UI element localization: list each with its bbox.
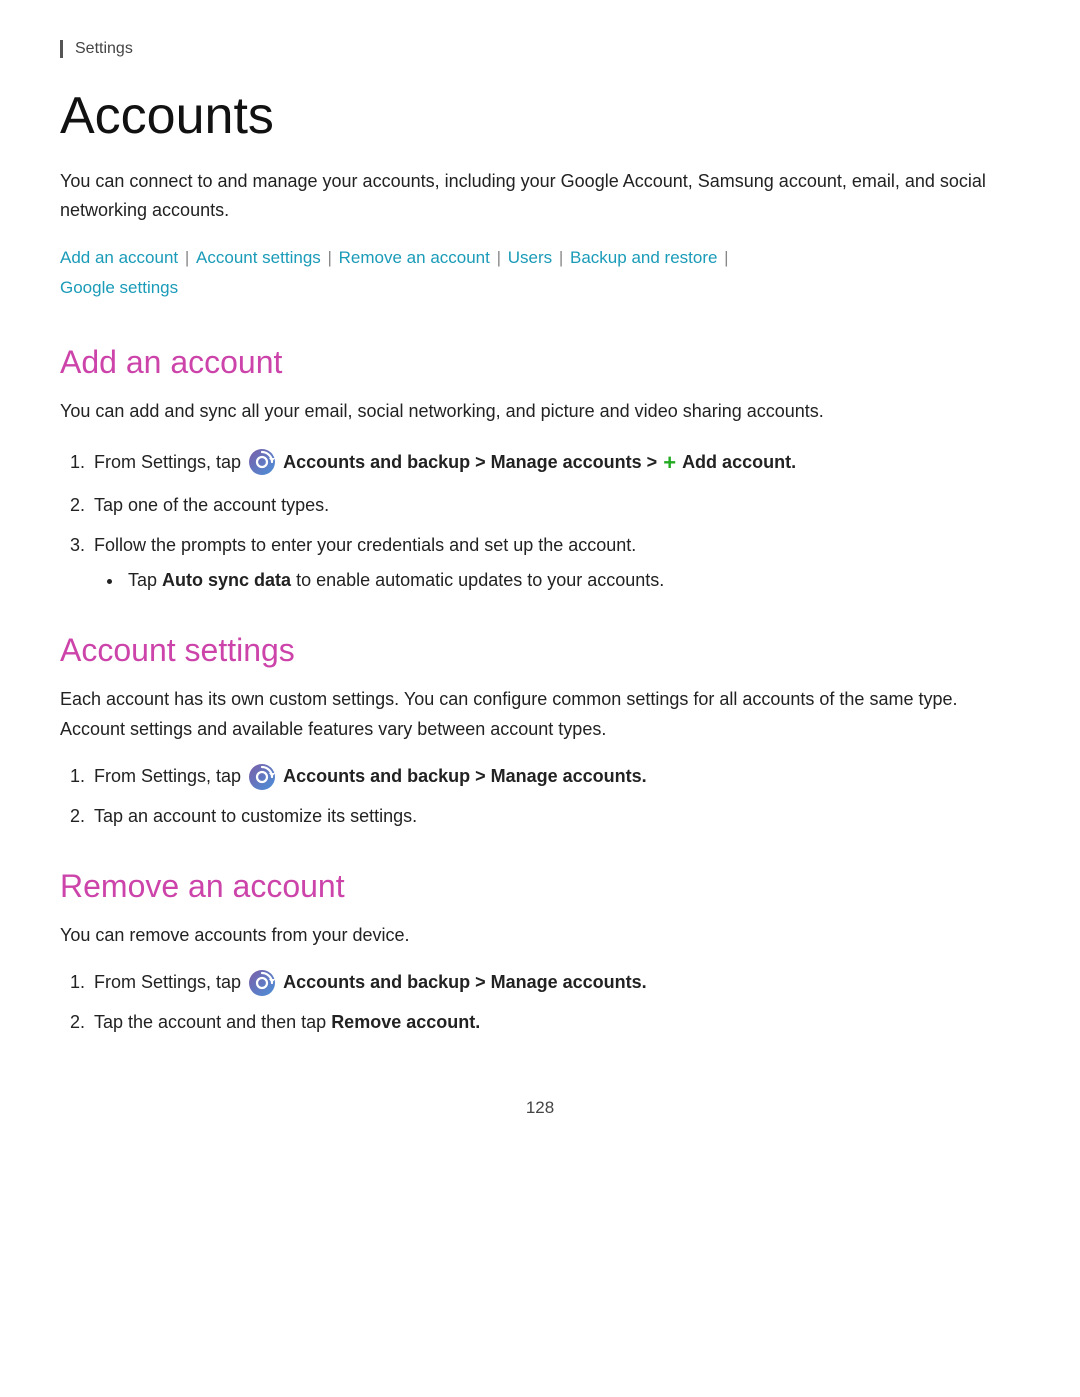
nav-separator-5: |	[719, 248, 728, 267]
remove-account-title: Remove an account	[60, 868, 1020, 905]
account-settings-step-1: From Settings, tap Accounts and backup	[90, 762, 1020, 792]
nav-link-users[interactable]: Users	[508, 248, 552, 267]
section-add-account: Add an account You can add and sync all …	[60, 344, 1020, 596]
add-account-bullets: Tap Auto sync data to enable automatic u…	[124, 566, 1020, 596]
remove-account-intro: You can remove accounts from your device…	[60, 921, 1020, 951]
page-number: 128	[60, 1098, 1020, 1118]
remove-step-2: Tap the account and then tap Remove acco…	[90, 1008, 1020, 1038]
accounts-backup-icon	[248, 448, 276, 476]
step3-text: Follow the prompts to enter your credent…	[94, 535, 636, 555]
account-settings-step-2: Tap an account to customize its settings…	[90, 802, 1020, 832]
remove-account-steps: From Settings, tap Accounts and backup	[90, 968, 1020, 1037]
nav-link-backup[interactable]: Backup and restore	[570, 248, 717, 267]
add-account-step-1: From Settings, tap Accounts and backup	[90, 445, 1020, 481]
step1-text-before: From Settings, tap	[94, 452, 246, 472]
auto-sync-bold: Auto sync data	[162, 570, 291, 590]
page-title: Accounts	[60, 88, 1020, 145]
step2-text: Tap one of the account types.	[94, 495, 329, 515]
acct-step1-before: From Settings, tap	[94, 766, 246, 786]
add-account-title: Add an account	[60, 344, 1020, 381]
acct-step2-text: Tap an account to customize its settings…	[94, 806, 417, 826]
plus-icon: +	[663, 445, 676, 481]
nav-link-account-settings[interactable]: Account settings	[196, 248, 321, 267]
nav-link-remove-account[interactable]: Remove an account	[339, 248, 490, 267]
nav-separator-1: |	[180, 248, 194, 267]
section-remove-account: Remove an account You can remove account…	[60, 868, 1020, 1038]
account-settings-title: Account settings	[60, 632, 1020, 669]
nav-separator-3: |	[492, 248, 506, 267]
acct-step1-bold: Accounts and backup > Manage accounts.	[283, 766, 647, 786]
account-settings-steps: From Settings, tap Accounts and backup	[90, 762, 1020, 831]
add-account-bullet-1: Tap Auto sync data to enable automatic u…	[124, 566, 1020, 596]
nav-separator-2: |	[323, 248, 337, 267]
breadcrumb: Settings	[60, 40, 1020, 58]
account-settings-intro: Each account has its own custom settings…	[60, 685, 1020, 744]
remove-account-bold: Remove account.	[331, 1012, 480, 1032]
remove-step-1: From Settings, tap Accounts and backup	[90, 968, 1020, 998]
add-account-step-3: Follow the prompts to enter your credent…	[90, 531, 1020, 596]
remove-step1-bold: Accounts and backup > Manage accounts.	[283, 972, 647, 992]
step1-bold-text: Accounts and backup > Manage accounts >	[283, 452, 662, 472]
remove-step2-before: Tap the account and then tap	[94, 1012, 331, 1032]
section-account-settings: Account settings Each account has its ow…	[60, 632, 1020, 832]
add-account-intro: You can add and sync all your email, soc…	[60, 397, 1020, 427]
add-account-step-2: Tap one of the account types.	[90, 491, 1020, 521]
page-intro: You can connect to and manage your accou…	[60, 167, 1020, 225]
add-account-steps: From Settings, tap Accounts and backup	[90, 445, 1020, 596]
nav-links: Add an account | Account settings | Remo…	[60, 243, 1020, 304]
remove-step1-before: From Settings, tap	[94, 972, 246, 992]
nav-link-google[interactable]: Google settings	[60, 278, 178, 297]
step1-add-account-bold: Add account.	[682, 452, 796, 472]
accounts-backup-icon-3	[248, 969, 276, 997]
accounts-backup-icon-2	[248, 763, 276, 791]
nav-link-add-account[interactable]: Add an account	[60, 248, 178, 267]
nav-separator-4: |	[554, 248, 568, 267]
